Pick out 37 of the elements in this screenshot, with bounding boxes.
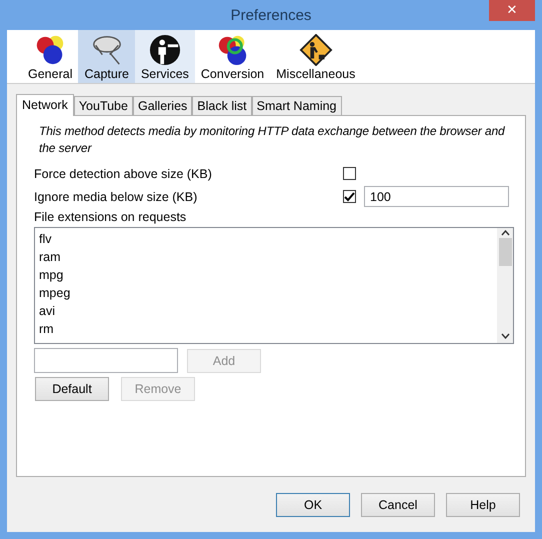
list-item[interactable]: flv bbox=[39, 230, 493, 248]
warning-sign-icon bbox=[298, 34, 333, 66]
scrollbar-thumb[interactable] bbox=[498, 238, 512, 266]
chevron-down-icon[interactable] bbox=[500, 333, 510, 339]
dialog-button[interactable]: Cancel bbox=[361, 493, 435, 517]
waiter-icon bbox=[148, 34, 182, 66]
list-item[interactable]: ram bbox=[39, 248, 493, 266]
tab[interactable]: YouTube bbox=[74, 96, 133, 116]
category-button[interactable]: Capture bbox=[78, 30, 135, 83]
option-label: Ignore media below size (KB) bbox=[34, 190, 198, 204]
list-item[interactable]: mpg bbox=[39, 266, 493, 284]
close-button[interactable]: ✕ bbox=[489, 0, 535, 21]
tab[interactable]: Network bbox=[16, 94, 74, 116]
size-input[interactable]: 100 bbox=[364, 186, 509, 207]
scrollbar[interactable] bbox=[497, 228, 513, 343]
category-button[interactable]: Services bbox=[134, 30, 195, 83]
tab[interactable]: Galleries bbox=[132, 96, 192, 116]
list-item[interactable]: avi bbox=[39, 302, 493, 320]
extension-input[interactable] bbox=[34, 348, 178, 373]
checkbox[interactable] bbox=[343, 167, 356, 180]
list-item[interactable]: mpeg bbox=[39, 284, 493, 302]
tab[interactable]: Black list bbox=[192, 96, 252, 116]
list-item[interactable]: rm bbox=[39, 320, 493, 338]
dialog-button[interactable]: OK bbox=[276, 493, 350, 517]
category-button[interactable]: Miscellaneous bbox=[270, 30, 362, 83]
option-label: Force detection above size (KB) bbox=[34, 166, 213, 180]
checkbox[interactable] bbox=[343, 190, 356, 203]
extensions-list[interactable]: flv ram mpg mpeg avi rm bbox=[34, 227, 514, 344]
tab[interactable]: Smart Naming bbox=[252, 96, 342, 116]
description-text: This method detects media by monitoring HTTP data exchange between the browser and the server bbox=[39, 123, 506, 157]
dialog-button[interactable]: Help bbox=[446, 493, 520, 517]
window-title: Preferences bbox=[230, 6, 312, 24]
default-button[interactable]: Default bbox=[35, 377, 109, 401]
chevron-up-icon[interactable] bbox=[500, 230, 510, 236]
list-label: File extensions on requests bbox=[34, 210, 188, 224]
category-button[interactable]: General bbox=[22, 30, 78, 83]
category-button[interactable]: Conversion bbox=[194, 30, 270, 83]
